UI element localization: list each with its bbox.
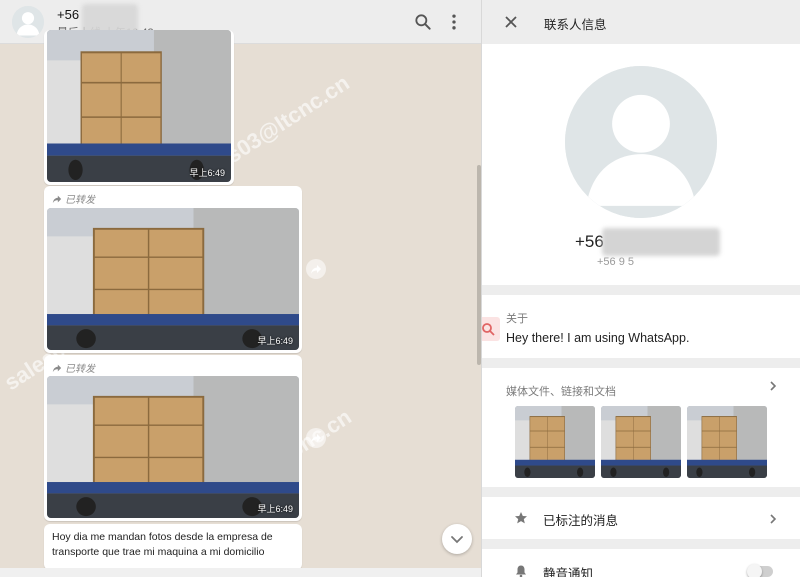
photo-message[interactable]: 早上6:49: [44, 30, 234, 185]
starred-messages-row[interactable]: 已标注的消息: [482, 497, 800, 539]
contact-avatar[interactable]: [12, 6, 44, 38]
chat-menu-button[interactable]: [443, 11, 465, 33]
forward-icon: [311, 434, 321, 443]
default-avatar-icon: [565, 66, 717, 218]
forward-message-button[interactable]: [306, 428, 326, 448]
starred-messages-label: 已标注的消息: [543, 514, 619, 528]
message-time: 早上6:49: [189, 168, 225, 178]
contact-info-header: 联系人信息: [482, 0, 800, 44]
media-chevron[interactable]: [767, 379, 779, 391]
profile-card: +56 +56 9 5: [482, 44, 800, 285]
contact-phone-number: +56 9 5: [597, 256, 635, 268]
mute-toggle[interactable]: [747, 564, 773, 577]
search-button[interactable]: [412, 11, 434, 33]
forwarded-indicator: 已转发: [52, 360, 95, 375]
mute-notifications-label: 静音通知: [543, 567, 594, 577]
media-thumbnail[interactable]: [601, 406, 681, 478]
scroll-to-bottom-button[interactable]: [442, 524, 472, 554]
message-text: Hoy dia me mandan fotos desde la empresa…: [52, 531, 273, 558]
about-label: 关于: [506, 313, 528, 325]
about-text: Hey there! I am using WhatsApp.: [506, 331, 690, 345]
forwarded-label: 已转发: [65, 364, 95, 375]
forwarded-label: 已转发: [65, 195, 95, 206]
contact-name[interactable]: +56: [57, 7, 79, 22]
about-card: 关于 Hey there! I am using WhatsApp.: [482, 295, 800, 358]
starred-chevron[interactable]: [767, 512, 779, 524]
bell-icon: [514, 564, 528, 577]
forwarded-indicator: 已转发: [52, 191, 95, 206]
message-time: 早上6:49: [257, 504, 293, 514]
forward-icon: [52, 364, 62, 372]
forward-message-button[interactable]: [306, 259, 326, 279]
chat-pane: sales03@ltcnc.cn sales03@ltcnc.cn sales0…: [0, 0, 481, 577]
search-overlay-icon[interactable]: [482, 317, 500, 341]
close-icon: [505, 16, 517, 28]
message-photo[interactable]: 早上6:49: [47, 208, 299, 350]
contact-display-name: +56: [575, 232, 604, 251]
photo-message[interactable]: 已转发 早上6:49: [44, 355, 302, 521]
profile-photo[interactable]: [565, 66, 717, 218]
search-icon: [482, 323, 495, 336]
media-thumbnail[interactable]: [515, 406, 595, 478]
photo-message[interactable]: 已转发 早上6:49: [44, 186, 302, 353]
chevron-right-icon: [770, 381, 777, 391]
forward-icon: [311, 265, 321, 274]
forward-icon: [52, 195, 62, 203]
redaction-blur: [602, 228, 720, 256]
default-avatar-icon: [12, 6, 44, 38]
media-card[interactable]: 媒体文件、链接和文档: [482, 368, 800, 487]
text-message[interactable]: Hoy dia me mandan fotos desde la empresa…: [44, 524, 302, 570]
media-thumbnail[interactable]: [687, 406, 767, 478]
star-icon: [514, 511, 528, 525]
message-photo[interactable]: 早上6:49: [47, 376, 299, 518]
chevron-down-icon: [451, 536, 463, 544]
close-button[interactable]: [501, 12, 521, 32]
chevron-right-icon: [770, 514, 777, 524]
mute-toggle-knob: [747, 564, 762, 577]
media-label: 媒体文件、链接和文档: [506, 386, 616, 398]
more-vertical-icon: [452, 14, 456, 30]
contact-info-title: 联系人信息: [544, 18, 607, 32]
message-time: 早上6:49: [257, 336, 293, 346]
chat-footer-strip: [0, 568, 481, 577]
search-icon: [415, 14, 431, 30]
contact-info-pane: 联系人信息 +56 +56 9 5 关于 Hey there! I am usi…: [481, 0, 800, 577]
message-photo[interactable]: 早上6:49: [47, 30, 231, 182]
